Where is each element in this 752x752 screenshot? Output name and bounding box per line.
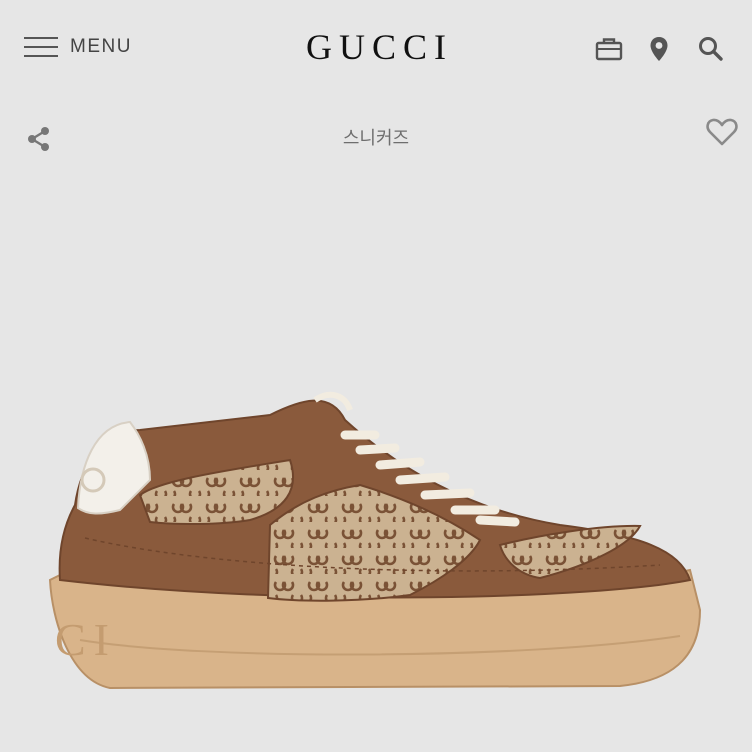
search-icon — [699, 37, 723, 61]
category-title: 스니커즈 — [342, 128, 410, 149]
store-locator-button[interactable] — [645, 34, 675, 64]
wishlist-button[interactable] — [704, 116, 740, 148]
search-button[interactable] — [696, 34, 726, 64]
heart-outline-icon — [706, 118, 738, 146]
product-image: CI — [0, 340, 752, 720]
product-subheader: 스니커즈 — [0, 110, 752, 170]
location-pin-icon — [650, 37, 668, 61]
shopping-bag-button[interactable] — [594, 34, 624, 64]
top-header: MENU GUCCI — [0, 0, 752, 96]
sneaker-illustration: CI — [48, 391, 702, 690]
svg-text:CI: CI — [55, 614, 117, 665]
brand-logo[interactable]: GUCCI — [0, 26, 752, 68]
shopping-bag-icon — [595, 38, 623, 61]
